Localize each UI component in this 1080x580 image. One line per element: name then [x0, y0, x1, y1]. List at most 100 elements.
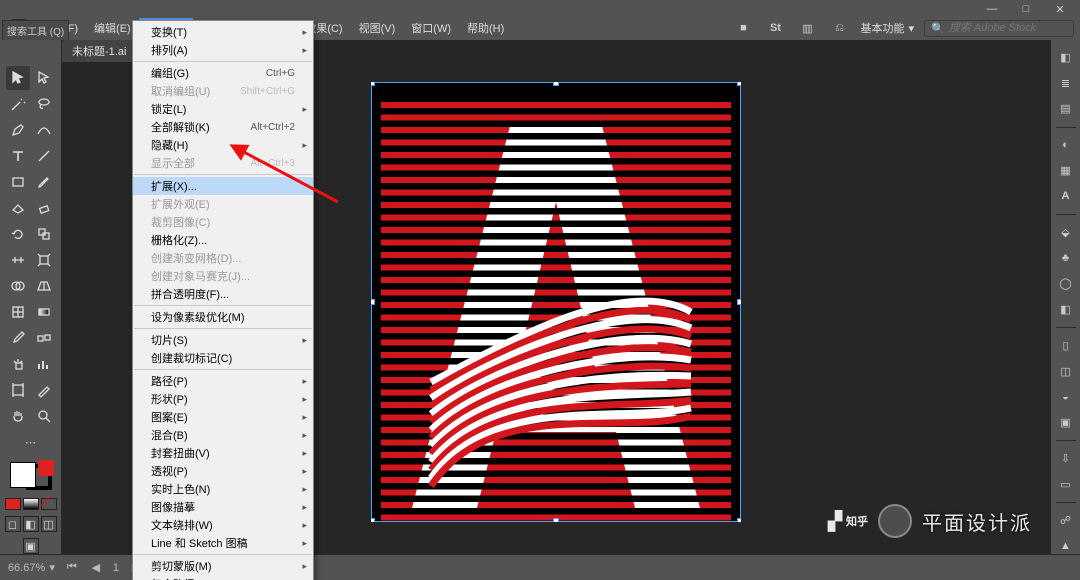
eraser-tool[interactable]	[32, 196, 56, 220]
menu-item-p[interactable]: 形状(P)	[133, 390, 313, 408]
doc-handle-icon[interactable]: ■	[732, 18, 754, 38]
mesh-tool[interactable]	[6, 300, 30, 324]
properties-panel-icon[interactable]: ◧	[1055, 50, 1077, 66]
menu-item-w[interactable]: 文本绕排(W)	[133, 516, 313, 534]
fill-stroke-control[interactable]	[10, 462, 52, 490]
swap-fill-stroke-icon[interactable]	[38, 460, 54, 476]
width-tool[interactable]	[6, 248, 30, 272]
menu-window[interactable]: 窗口(W)	[403, 18, 459, 38]
symbols-panel-icon[interactable]: ♣	[1055, 250, 1077, 266]
color-mode-swatch[interactable]	[5, 498, 21, 510]
menu-item-x[interactable]: 扩展(X)...	[133, 177, 313, 195]
menu-item-linesketch[interactable]: Line 和 Sketch 图稿	[133, 534, 313, 552]
menu-item-h[interactable]: 隐藏(H)	[133, 136, 313, 154]
direct-selection-tool[interactable]	[32, 66, 56, 90]
free-transform-tool[interactable]	[32, 248, 56, 272]
appearance-panel-icon[interactable]: ◒	[1055, 389, 1077, 405]
column-graph-tool[interactable]	[32, 352, 56, 376]
artboard-index[interactable]: 1	[113, 562, 119, 574]
window-minimize-button[interactable]: —	[982, 3, 1002, 15]
workspace-switcher[interactable]: 基本功能 ▾	[860, 20, 914, 36]
stroke-panel-icon[interactable]: ◯	[1055, 276, 1077, 292]
blend-tool[interactable]	[32, 326, 56, 350]
rectangle-tool[interactable]	[6, 170, 30, 194]
line-tool[interactable]	[32, 144, 56, 168]
symbol-sprayer-tool[interactable]	[6, 352, 30, 376]
artboards-panel-icon[interactable]: ▭	[1055, 476, 1077, 492]
menu-item-b[interactable]: 混合(B)	[133, 426, 313, 444]
none-mode-swatch[interactable]	[41, 498, 57, 510]
menu-item-p[interactable]: 透视(P)	[133, 462, 313, 480]
perspective-tool[interactable]	[32, 274, 56, 298]
menu-item-c[interactable]: 创建裁切标记(C)	[133, 349, 313, 367]
libraries-panel-icon[interactable]: ▤	[1055, 101, 1077, 117]
asset-export-panel-icon[interactable]: ⇩	[1055, 451, 1077, 467]
object-menu-dropdown[interactable]: 变换(T)排列(A)编组(G)Ctrl+G取消编组(U)Shift+Ctrl+G…	[132, 20, 314, 580]
type-panel-icon[interactable]: A	[1055, 189, 1077, 205]
window-close-button[interactable]: ✕	[1050, 3, 1070, 16]
menu-item-[interactable]: 图像描摹	[133, 498, 313, 516]
fill-swatch[interactable]	[10, 462, 36, 488]
menu-edit[interactable]: 编辑(E)	[86, 18, 139, 38]
brush-tool[interactable]	[32, 170, 56, 194]
color-panel-icon[interactable]: ◐	[1055, 137, 1077, 153]
menu-view[interactable]: 视图(V)	[351, 18, 404, 38]
swatches-panel-icon[interactable]: ▦	[1055, 163, 1077, 179]
menu-item-f[interactable]: 拼合透明度(F)...	[133, 285, 313, 303]
menu-item-s[interactable]: 切片(S)	[133, 331, 313, 349]
shaper-tool[interactable]	[6, 196, 30, 220]
hand-tool[interactable]	[6, 404, 30, 428]
menu-item-n[interactable]: 实时上色(N)	[133, 480, 313, 498]
curvature-tool[interactable]	[32, 118, 56, 142]
screen-mode-button[interactable]: ▣	[23, 538, 39, 554]
menu-item-l[interactable]: 锁定(L)	[133, 100, 313, 118]
gradient-tool[interactable]	[32, 300, 56, 324]
gradient-mode-swatch[interactable]	[23, 498, 39, 510]
menu-item-z[interactable]: 栅格化(Z)...	[133, 231, 313, 249]
layers-panel-icon[interactable]: ≣	[1055, 76, 1077, 92]
arrange-icon[interactable]: ▥	[796, 18, 818, 38]
lasso-tool[interactable]	[32, 92, 56, 116]
align-panel-icon[interactable]: ▯	[1055, 338, 1077, 354]
type-tool[interactable]	[6, 144, 30, 168]
menu-item-p[interactable]: 路径(P)	[133, 372, 313, 390]
draw-behind-mode[interactable]: ◧	[23, 516, 39, 532]
artboard-tool[interactable]	[6, 378, 30, 402]
extra-icon[interactable]: ⎌	[828, 18, 850, 38]
transform-panel-icon[interactable]: ◫	[1055, 363, 1077, 379]
eyedropper-tool[interactable]	[6, 326, 30, 350]
menu-item-k[interactable]: 全部解锁(K)Alt+Ctrl+2	[133, 118, 313, 136]
slice-tool[interactable]	[32, 378, 56, 402]
brushes-panel-icon[interactable]: ⬙	[1055, 225, 1077, 241]
magic-wand-tool[interactable]	[6, 92, 30, 116]
toolbox-more[interactable]: ⋯	[19, 430, 43, 454]
window-maximize-button[interactable]: □	[1016, 3, 1036, 15]
menu-item-v[interactable]: 封套扭曲(V)	[133, 444, 313, 462]
draw-inside-mode[interactable]: ◫	[41, 516, 57, 532]
menu-item-t[interactable]: 变换(T)	[133, 23, 313, 41]
draw-normal-mode[interactable]: ◻	[5, 516, 21, 532]
menu-item-o[interactable]: 复合路径(O)	[133, 575, 313, 580]
actions-panel-icon[interactable]: ▲	[1055, 538, 1077, 554]
menu-item-e[interactable]: 图案(E)	[133, 408, 313, 426]
rotate-tool[interactable]	[6, 222, 30, 246]
stock-search[interactable]: 🔍	[924, 20, 1074, 37]
graphic-styles-panel-icon[interactable]: ▣	[1055, 415, 1077, 431]
artboard-first-button[interactable]: ⏮	[65, 561, 79, 574]
gradient-panel-icon[interactable]: ◧	[1055, 302, 1077, 318]
shape-builder-tool[interactable]	[6, 274, 30, 298]
stock-search-input[interactable]	[949, 22, 1067, 34]
menu-item-m[interactable]: 设为像素级优化(M)	[133, 308, 313, 326]
menu-help[interactable]: 帮助(H)	[459, 18, 512, 38]
scale-tool[interactable]	[32, 222, 56, 246]
selection-tool[interactable]	[6, 66, 30, 90]
pen-tool[interactable]	[6, 118, 30, 142]
artwork-object[interactable]	[371, 82, 741, 522]
style-toggle-icon[interactable]: St	[764, 18, 786, 38]
zoom-tool[interactable]	[32, 404, 56, 428]
menu-item-m[interactable]: 剪切蒙版(M)	[133, 557, 313, 575]
links-panel-icon[interactable]: ☍	[1055, 513, 1077, 529]
menu-item-g[interactable]: 编组(G)Ctrl+G	[133, 64, 313, 82]
zoom-control[interactable]: 66.67% ▾	[8, 561, 55, 574]
menu-item-a[interactable]: 排列(A)	[133, 41, 313, 59]
